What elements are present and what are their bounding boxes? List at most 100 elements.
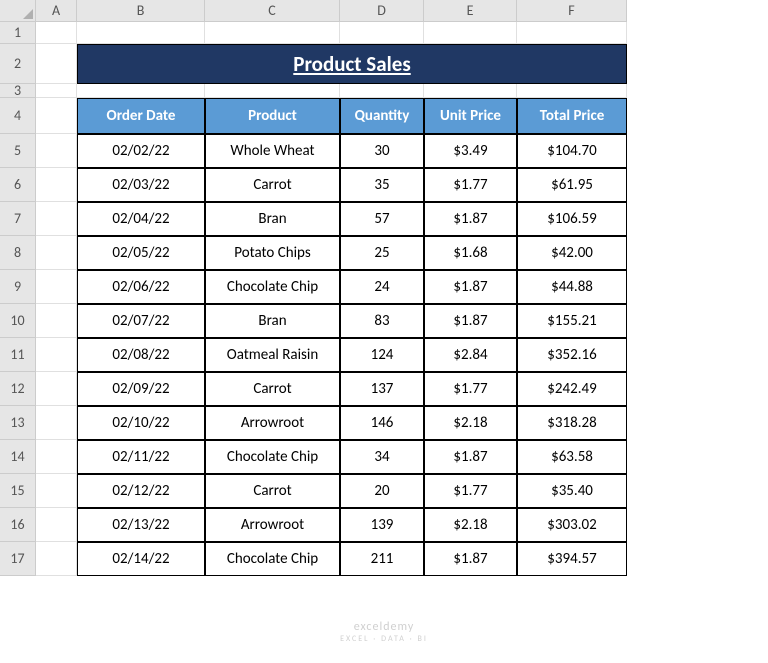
row-header[interactable]: 9: [0, 270, 36, 304]
row-header[interactable]: 10: [0, 304, 36, 338]
cell[interactable]: [424, 84, 517, 98]
title-cell[interactable]: Product Sales: [77, 44, 627, 84]
row-header[interactable]: 5: [0, 134, 36, 168]
cell[interactable]: [36, 134, 77, 168]
row-header[interactable]: 15: [0, 474, 36, 508]
cell[interactable]: [36, 168, 77, 202]
column-header[interactable]: B: [77, 0, 205, 22]
cell-product[interactable]: Carrot: [205, 168, 340, 202]
table-header-total_price[interactable]: Total Price: [517, 98, 627, 134]
row-header[interactable]: 11: [0, 338, 36, 372]
cell-quantity[interactable]: 30: [340, 134, 424, 168]
row-header[interactable]: 2: [0, 44, 36, 84]
cell-order-date[interactable]: 02/07/22: [77, 304, 205, 338]
spreadsheet-grid[interactable]: ABCDEF12Product Sales34Order DateProduct…: [0, 0, 768, 576]
cell-order-date[interactable]: 02/09/22: [77, 372, 205, 406]
cell-product[interactable]: Potato Chips: [205, 236, 340, 270]
cell-order-date[interactable]: 02/13/22: [77, 508, 205, 542]
cell[interactable]: [36, 270, 77, 304]
cell-unit-price[interactable]: $1.87: [424, 304, 517, 338]
cell-total-price[interactable]: $303.02: [517, 508, 627, 542]
cell-product[interactable]: Whole Wheat: [205, 134, 340, 168]
row-header[interactable]: 12: [0, 372, 36, 406]
cell[interactable]: [36, 202, 77, 236]
cell-order-date[interactable]: 02/02/22: [77, 134, 205, 168]
cell-total-price[interactable]: $352.16: [517, 338, 627, 372]
row-header[interactable]: 16: [0, 508, 36, 542]
cell-product[interactable]: Bran: [205, 202, 340, 236]
cell-product[interactable]: Bran: [205, 304, 340, 338]
cell-total-price[interactable]: $35.40: [517, 474, 627, 508]
cell-total-price[interactable]: $104.70: [517, 134, 627, 168]
cell-product[interactable]: Chocolate Chip: [205, 270, 340, 304]
cell-quantity[interactable]: 35: [340, 168, 424, 202]
cell-unit-price[interactable]: $1.87: [424, 270, 517, 304]
select-all-corner[interactable]: [0, 0, 36, 22]
cell-product[interactable]: Arrowroot: [205, 406, 340, 440]
cell[interactable]: [340, 22, 424, 44]
cell-unit-price[interactable]: $2.84: [424, 338, 517, 372]
cell-order-date[interactable]: 02/03/22: [77, 168, 205, 202]
column-header[interactable]: F: [517, 0, 627, 22]
cell-total-price[interactable]: $44.88: [517, 270, 627, 304]
cell[interactable]: [340, 84, 424, 98]
cell[interactable]: [36, 84, 77, 98]
cell-quantity[interactable]: 137: [340, 372, 424, 406]
cell-order-date[interactable]: 02/10/22: [77, 406, 205, 440]
cell[interactable]: [36, 542, 77, 576]
row-header[interactable]: 7: [0, 202, 36, 236]
cell[interactable]: [36, 236, 77, 270]
cell-total-price[interactable]: $106.59: [517, 202, 627, 236]
cell-quantity[interactable]: 83: [340, 304, 424, 338]
cell-unit-price[interactable]: $1.87: [424, 202, 517, 236]
cell-quantity[interactable]: 34: [340, 440, 424, 474]
cell-unit-price[interactable]: $1.87: [424, 542, 517, 576]
cell-unit-price[interactable]: $2.18: [424, 508, 517, 542]
row-header[interactable]: 6: [0, 168, 36, 202]
cell-order-date[interactable]: 02/08/22: [77, 338, 205, 372]
cell[interactable]: [36, 44, 77, 84]
cell[interactable]: [36, 508, 77, 542]
cell[interactable]: [517, 84, 627, 98]
row-header[interactable]: 17: [0, 542, 36, 576]
cell[interactable]: [517, 22, 627, 44]
cell-product[interactable]: Oatmeal Raisin: [205, 338, 340, 372]
cell[interactable]: [36, 304, 77, 338]
cell-quantity[interactable]: 146: [340, 406, 424, 440]
cell[interactable]: [36, 440, 77, 474]
table-header-unit_price[interactable]: Unit Price: [424, 98, 517, 134]
table-header-quantity[interactable]: Quantity: [340, 98, 424, 134]
row-header[interactable]: 1: [0, 22, 36, 44]
cell[interactable]: [36, 372, 77, 406]
column-header[interactable]: A: [36, 0, 77, 22]
cell-quantity[interactable]: 24: [340, 270, 424, 304]
cell-total-price[interactable]: $318.28: [517, 406, 627, 440]
cell-product[interactable]: Arrowroot: [205, 508, 340, 542]
table-header-order_date[interactable]: Order Date: [77, 98, 205, 134]
cell[interactable]: [205, 22, 340, 44]
cell-total-price[interactable]: $42.00: [517, 236, 627, 270]
cell[interactable]: [77, 84, 205, 98]
row-header[interactable]: 13: [0, 406, 36, 440]
column-header[interactable]: C: [205, 0, 340, 22]
cell[interactable]: [36, 22, 77, 44]
cell[interactable]: [77, 22, 205, 44]
cell-unit-price[interactable]: $1.68: [424, 236, 517, 270]
cell-total-price[interactable]: $155.21: [517, 304, 627, 338]
cell-product[interactable]: Carrot: [205, 474, 340, 508]
row-header[interactable]: 4: [0, 98, 36, 134]
cell-unit-price[interactable]: $1.87: [424, 440, 517, 474]
column-header[interactable]: E: [424, 0, 517, 22]
row-header[interactable]: 8: [0, 236, 36, 270]
column-header[interactable]: D: [340, 0, 424, 22]
cell-total-price[interactable]: $61.95: [517, 168, 627, 202]
cell-unit-price[interactable]: $3.49: [424, 134, 517, 168]
cell-unit-price[interactable]: $1.77: [424, 474, 517, 508]
cell-order-date[interactable]: 02/11/22: [77, 440, 205, 474]
cell-unit-price[interactable]: $1.77: [424, 372, 517, 406]
cell-quantity[interactable]: 57: [340, 202, 424, 236]
cell-order-date[interactable]: 02/05/22: [77, 236, 205, 270]
cell-order-date[interactable]: 02/14/22: [77, 542, 205, 576]
cell-quantity[interactable]: 20: [340, 474, 424, 508]
cell[interactable]: [36, 98, 77, 134]
